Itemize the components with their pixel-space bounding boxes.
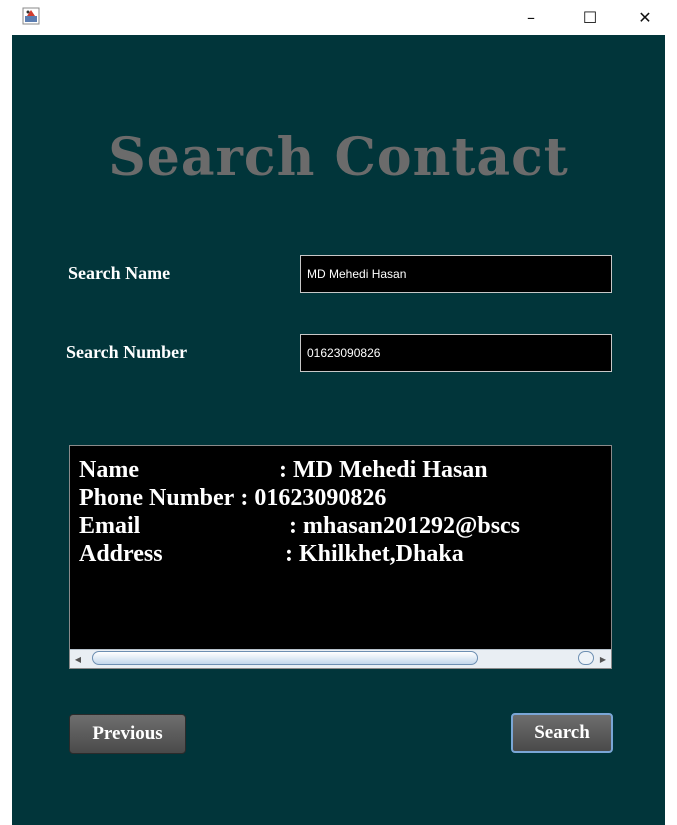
title-bar: – ☐ ✕: [0, 0, 677, 35]
result-key: Phone Number: [79, 485, 235, 511]
search-button[interactable]: Search: [511, 713, 613, 753]
result-row-address: Address : Khilkhet,Dhaka: [79, 540, 464, 568]
page-title: Search Contact: [108, 127, 569, 188]
result-row-phone: Phone Number: 01623090826: [79, 484, 386, 512]
result-text-area[interactable]: Name : MD Mehedi Hasan Phone Number: 0162…: [69, 445, 612, 669]
result-key: Address: [79, 541, 163, 567]
search-number-label: Search Number: [66, 342, 188, 362]
maximize-button[interactable]: ☐: [567, 0, 613, 35]
scroll-right-arrow-icon[interactable]: ▶: [595, 650, 611, 668]
result-value: : mhasan201292@bscs: [289, 513, 521, 539]
result-value: : Khilkhet,Dhaka: [285, 541, 464, 567]
scrollbar-thumb[interactable]: [92, 651, 478, 665]
previous-button[interactable]: Previous: [69, 714, 186, 754]
java-app-icon: [22, 7, 40, 25]
result-value: : MD Mehedi Hasan: [279, 457, 488, 483]
horizontal-scrollbar[interactable]: ◀ ▶: [70, 649, 611, 668]
main-panel: Search Contact Search Name Search Number…: [12, 35, 665, 825]
result-key: Email: [79, 513, 141, 539]
search-name-label: Search Name: [68, 263, 171, 283]
result-key: Name: [79, 457, 139, 483]
scroll-left-arrow-icon[interactable]: ◀: [70, 650, 86, 668]
close-button[interactable]: ✕: [622, 0, 668, 35]
minimize-button[interactable]: –: [508, 0, 554, 35]
result-row-email: Email : mhasan201292@bscs: [79, 512, 520, 540]
result-value: : 01623090826: [240, 485, 387, 511]
result-row-name: Name : MD Mehedi Hasan: [79, 456, 488, 484]
search-number-input[interactable]: [300, 334, 612, 372]
scrollbar-track-end: [578, 651, 594, 665]
search-name-input[interactable]: [300, 255, 612, 293]
